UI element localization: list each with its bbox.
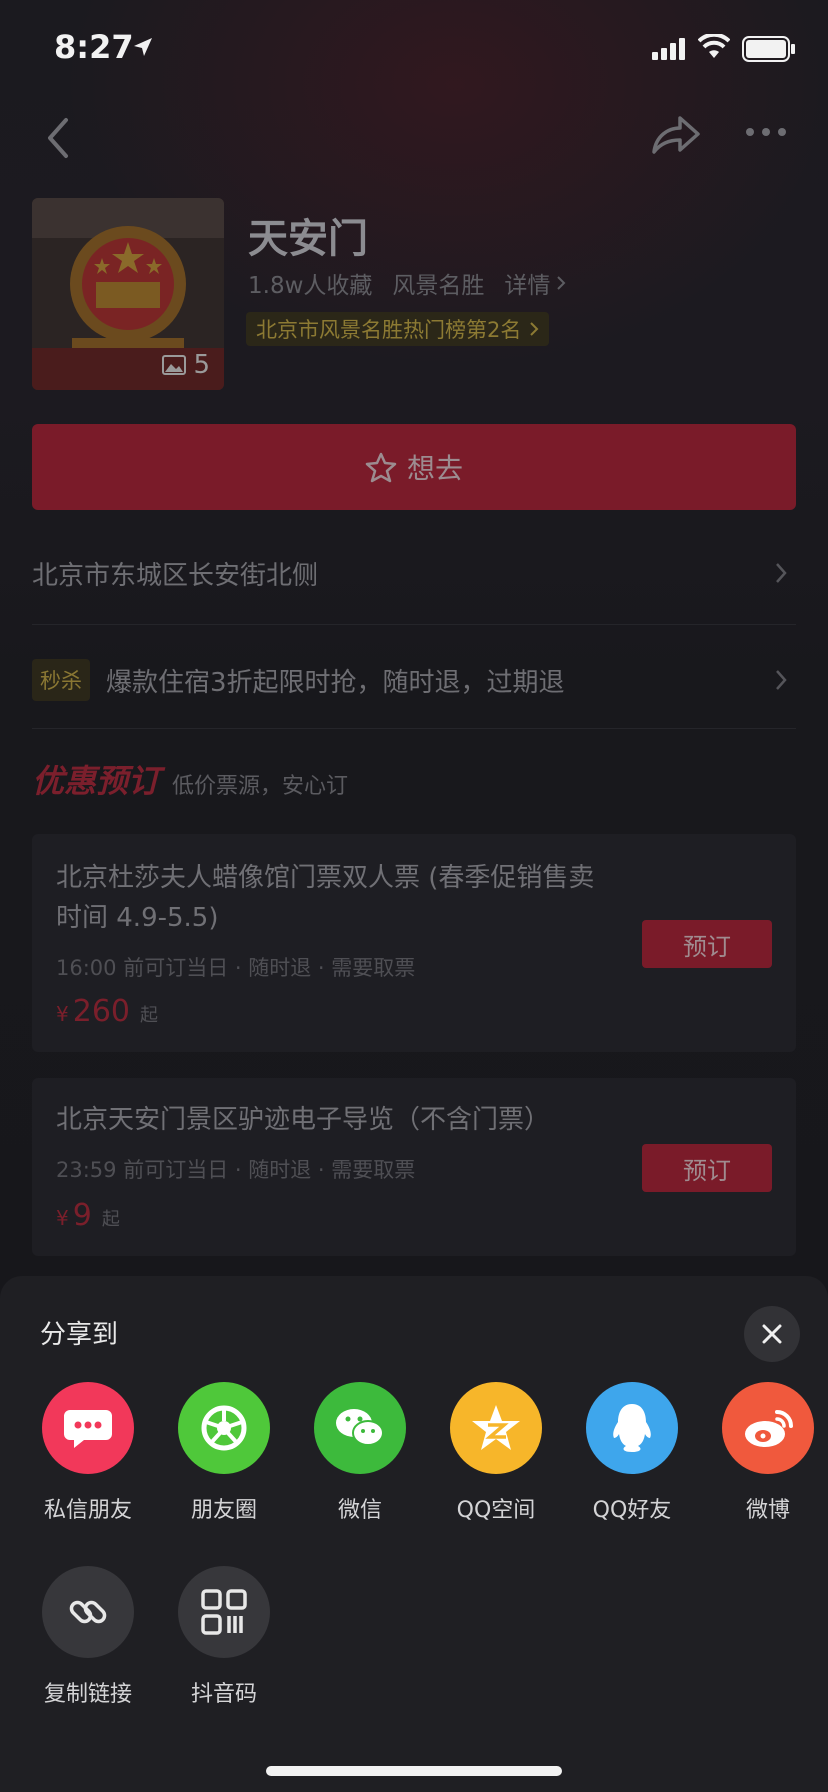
status-time: 8:27 [54, 28, 134, 66]
ticket-name: 北京杜莎夫人蜡像馆门票双人票 (春季促销售卖时间 4.9-5.5) [56, 863, 595, 933]
back-icon[interactable] [40, 112, 80, 164]
share-weibo[interactable]: 微博 [708, 1382, 828, 1524]
flash-sale-row[interactable]: 秒杀 爆款住宿3折起限时抢，随时退，过期退 [32, 656, 796, 704]
ticket-conditions: 16:00 前可订当日 · 随时退 · 需要取票 [56, 956, 416, 980]
flash-sale-text: 爆款住宿3折起限时抢，随时退，过期退 [106, 667, 565, 698]
status-bar: 8:27 [0, 0, 828, 100]
rank-text: 北京市风景名胜热门榜第2名 [256, 318, 522, 342]
share-label: 朋友圈 [190, 1498, 257, 1523]
qzone-icon [450, 1382, 542, 1474]
price-suffix: 起 [101, 1209, 120, 1230]
screen: 8:27 5 天安门 1.8w人收藏 风景名胜 详情 北京市风景名胜热门榜第2名… [0, 0, 828, 1792]
qr-code-icon [178, 1566, 270, 1658]
poi-category: 风景名胜 [392, 273, 485, 299]
close-button[interactable] [744, 1306, 800, 1362]
weibo-icon [722, 1382, 814, 1474]
photo-count-badge: 5 [161, 350, 210, 380]
price-symbol: ¥ [56, 1002, 69, 1026]
star-outline-icon [365, 452, 397, 483]
share-label: 微博 [745, 1498, 790, 1523]
divider [32, 624, 796, 625]
flash-sale-tag: 秒杀 [32, 659, 90, 701]
chevron-right-icon [557, 276, 566, 290]
chevron-right-icon [776, 670, 787, 690]
chat-bubble-icon [42, 1382, 134, 1474]
link-icon [42, 1566, 134, 1658]
chevron-right-icon [530, 322, 539, 336]
share-moments[interactable]: 朋友圈 [164, 1382, 284, 1524]
share-label: 私信朋友 [43, 1498, 132, 1523]
address-row[interactable]: 北京市东城区长安街北侧 [32, 548, 796, 598]
chevron-right-icon [776, 563, 787, 583]
photo-icon [162, 355, 187, 375]
moments-icon [178, 1382, 270, 1474]
detail-link[interactable]: 详情 [504, 266, 566, 300]
detail-label: 详情 [504, 273, 551, 299]
section-subtitle: 低价票源，安心订 [172, 774, 349, 799]
cellular-signal-icon [652, 38, 685, 60]
share-label: QQ空间 [456, 1498, 536, 1523]
share-sheet: 分享到 私信朋友 朋友圈 微信 QQ空间 QQ好友 微博 复制链接 抖音码 [0, 1276, 828, 1792]
ticket-card[interactable]: 北京杜莎夫人蜡像馆门票双人票 (春季促销售卖时间 4.9-5.5) 16:00 … [32, 834, 796, 1052]
ticket-conditions: 23:59 前可订当日 · 随时退 · 需要取票 [56, 1158, 416, 1182]
close-icon [762, 1324, 782, 1344]
share-sheet-title: 分享到 [40, 1320, 119, 1350]
ticket-price: ¥ 260 起 [56, 994, 158, 1029]
photo-count: 5 [193, 350, 210, 380]
share-qq-friend[interactable]: QQ好友 [572, 1382, 692, 1524]
price-value: 9 [72, 1198, 92, 1233]
battery-icon [742, 36, 795, 62]
ticket-card[interactable]: 北京天安门景区驴迹电子导览（不含门票） 23:59 前可订当日 · 随时退 · … [32, 1078, 796, 1256]
share-label: QQ好友 [592, 1498, 672, 1523]
address-text: 北京市东城区长安街北侧 [32, 560, 319, 591]
price-value: 260 [72, 994, 130, 1029]
share-label: 抖音码 [190, 1682, 257, 1707]
price-symbol: ¥ [56, 1206, 69, 1230]
share-direct-message[interactable]: 私信朋友 [28, 1382, 148, 1524]
share-label: 复制链接 [43, 1682, 132, 1707]
price-suffix: 起 [140, 1005, 158, 1026]
poi-title: 天安门 [248, 216, 368, 262]
divider [32, 728, 796, 729]
qq-icon [586, 1382, 678, 1474]
share-label: 微信 [337, 1498, 382, 1523]
book-button[interactable]: 预订 [642, 1144, 772, 1192]
want-to-go-button[interactable]: 想去 [32, 424, 796, 510]
rank-badge[interactable]: 北京市风景名胜热门榜第2名 [246, 312, 550, 346]
wifi-icon [698, 34, 730, 58]
share-copy-link[interactable]: 复制链接 [28, 1566, 148, 1708]
poi-meta: 1.8w人收藏 风景名胜 详情 [248, 266, 566, 300]
share-douyin-code[interactable]: 抖音码 [164, 1566, 284, 1708]
home-indicator[interactable] [266, 1766, 562, 1776]
location-arrow-icon [134, 38, 152, 56]
share-qzone[interactable]: QQ空间 [436, 1382, 556, 1524]
share-wechat[interactable]: 微信 [300, 1382, 420, 1524]
want-to-go-label: 想去 [406, 452, 463, 485]
ticket-name: 北京天安门景区驴迹电子导览（不含门票） [56, 1105, 551, 1135]
ticket-price: ¥ 9 起 [56, 1198, 120, 1233]
section-title: 优惠预订 [32, 762, 161, 800]
poi-photo[interactable]: 5 [32, 198, 224, 390]
wechat-icon [314, 1382, 406, 1474]
book-button[interactable]: 预订 [642, 920, 772, 968]
favorites-count: 1.8w人收藏 [248, 273, 373, 299]
more-icon[interactable] [744, 124, 788, 140]
share-icon[interactable] [648, 108, 702, 158]
